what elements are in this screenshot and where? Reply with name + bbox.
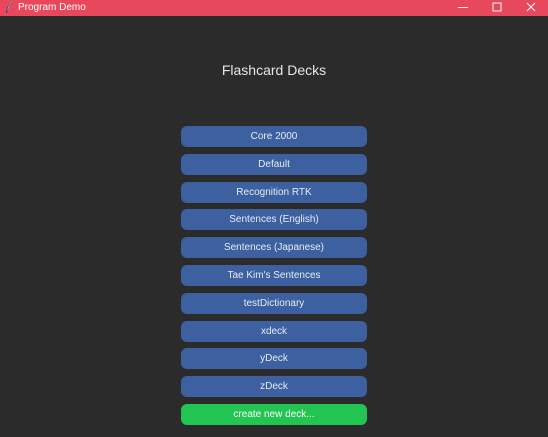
deck-list: Core 2000 Default Recognition RTK Senten… [181,126,367,432]
maximize-button[interactable] [480,0,514,16]
minimize-button[interactable] [446,0,480,16]
deck-button-default[interactable]: Default [181,153,367,175]
page-title: Flashcard Decks [221,62,327,78]
feather-icon [4,2,14,14]
maximize-icon [492,0,502,17]
minimize-icon [458,0,468,17]
deck-button-sentences-japanese[interactable]: Sentences (Japanese) [181,237,367,259]
window-title: Program Demo [18,2,86,13]
deck-button-tae-kims-sentences[interactable]: Tae Kim's Sentences [181,264,367,286]
deck-button-sentences-english[interactable]: Sentences (English) [181,209,367,231]
deck-button-core-2000[interactable]: Core 2000 [181,126,367,147]
deck-button-xdeck[interactable]: xdeck [181,320,367,342]
deck-button-zdeck[interactable]: zDeck [181,376,367,398]
title-bar[interactable]: Program Demo [0,0,548,16]
close-icon [526,0,536,17]
app-window: Program Demo Flashcard Decks Core 2000 D… [0,0,548,437]
deck-button-testdictionary[interactable]: testDictionary [181,292,367,314]
close-button[interactable] [514,0,548,16]
window-controls [446,0,548,16]
create-new-deck-button[interactable]: create new deck... [181,403,367,425]
deck-button-ydeck[interactable]: yDeck [181,348,367,370]
deck-button-recognition-rtk[interactable]: Recognition RTK [181,181,367,203]
